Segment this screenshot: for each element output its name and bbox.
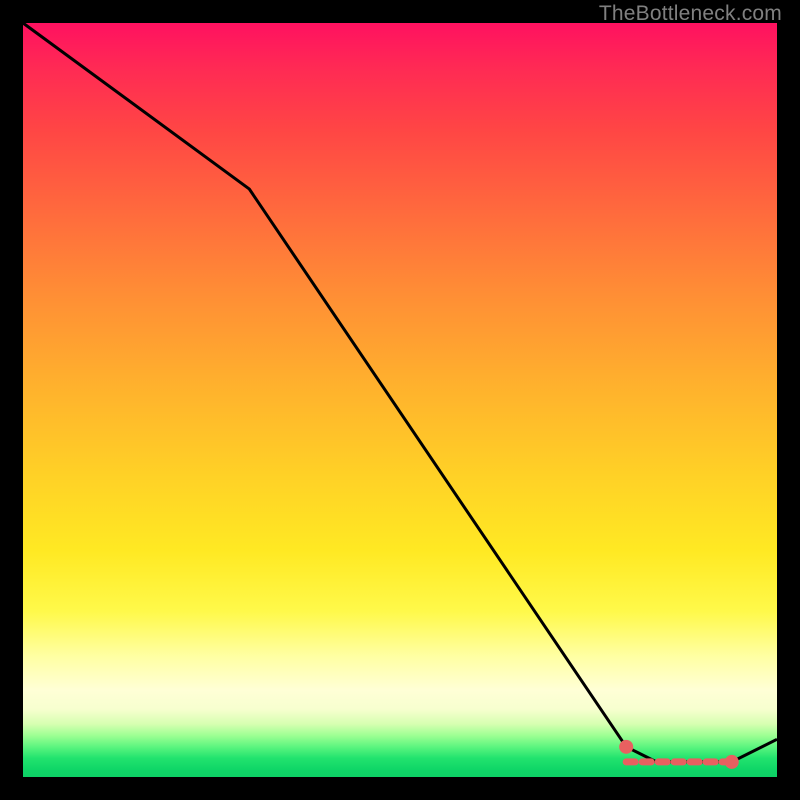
- bottleneck-curve: [23, 23, 777, 762]
- marker-dot-1: [725, 755, 739, 769]
- watermark-text: TheBottleneck.com: [599, 2, 782, 26]
- marker-dot-0: [619, 740, 633, 754]
- chart-svg: [23, 23, 777, 777]
- chart-container: TheBottleneck.com: [0, 0, 800, 800]
